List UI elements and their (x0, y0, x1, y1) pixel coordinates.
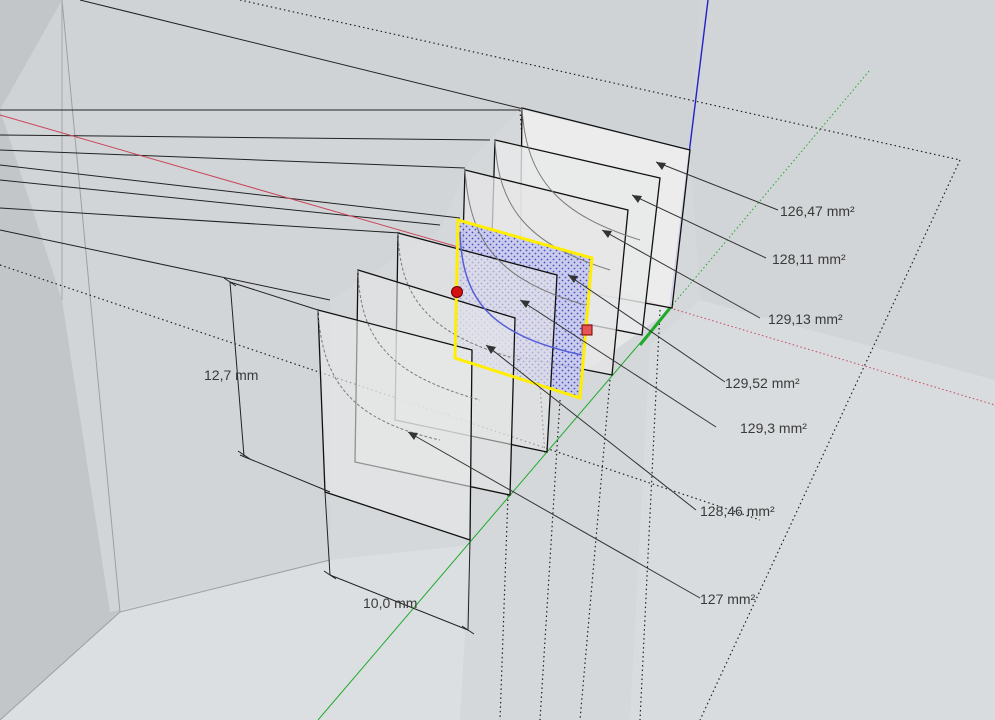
area-label-6: 128,46 mm² (700, 503, 775, 519)
dimension-height-label: 12,7 mm (204, 367, 258, 383)
area-label-5: 129,3 mm² (740, 420, 807, 436)
area-label-7: 127 mm² (700, 591, 756, 607)
endpoint-marker-2[interactable] (581, 324, 593, 336)
sketchup-viewport[interactable]: 12,7 mm 10,0 mm 126,47 mm² 128,11 mm² 12… (0, 0, 995, 720)
area-label-1: 126,47 mm² (780, 203, 855, 219)
dimension-width-label: 10,0 mm (363, 595, 417, 611)
area-label-4: 129,52 mm² (725, 375, 800, 391)
model-scene[interactable]: 12,7 mm 10,0 mm 126,47 mm² 128,11 mm² 12… (0, 0, 995, 720)
area-label-3: 129,13 mm² (768, 311, 843, 327)
endpoint-marker[interactable] (451, 286, 463, 298)
area-label-2: 128,11 mm² (772, 251, 846, 267)
